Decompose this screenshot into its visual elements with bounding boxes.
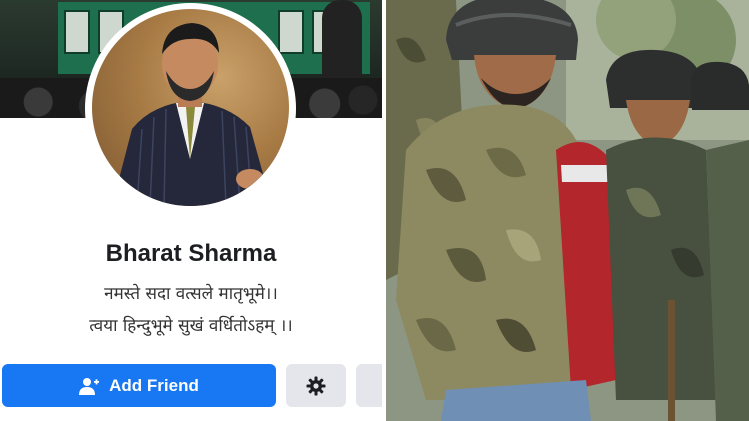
add-person-icon (79, 377, 100, 395)
avatar-image (112, 23, 272, 206)
banner-portrait (278, 10, 304, 54)
crowd-photo (386, 0, 749, 421)
profile-bio-line-2: त्वया हिन्दुभूमे सुखं वर्धितोऽहम् ।। (89, 316, 293, 336)
settings-button[interactable] (286, 364, 346, 407)
add-friend-button[interactable]: Add Friend (2, 364, 276, 407)
profile-avatar[interactable] (92, 9, 289, 206)
crowd-photo-image (386, 0, 749, 421)
banner-portrait (64, 10, 90, 54)
gear-icon (306, 376, 326, 395)
add-friend-label: Add Friend (109, 375, 199, 395)
profile-bio-line-1: नमस्ते सदा वत्सले मातृभूमे।। (104, 284, 278, 304)
profile-name: Bharat Sharma (105, 240, 277, 267)
profile-screenshot: Bharat Sharma नमस्ते सदा वत्सले मातृभूमे… (0, 0, 382, 421)
more-button[interactable] (356, 364, 382, 407)
